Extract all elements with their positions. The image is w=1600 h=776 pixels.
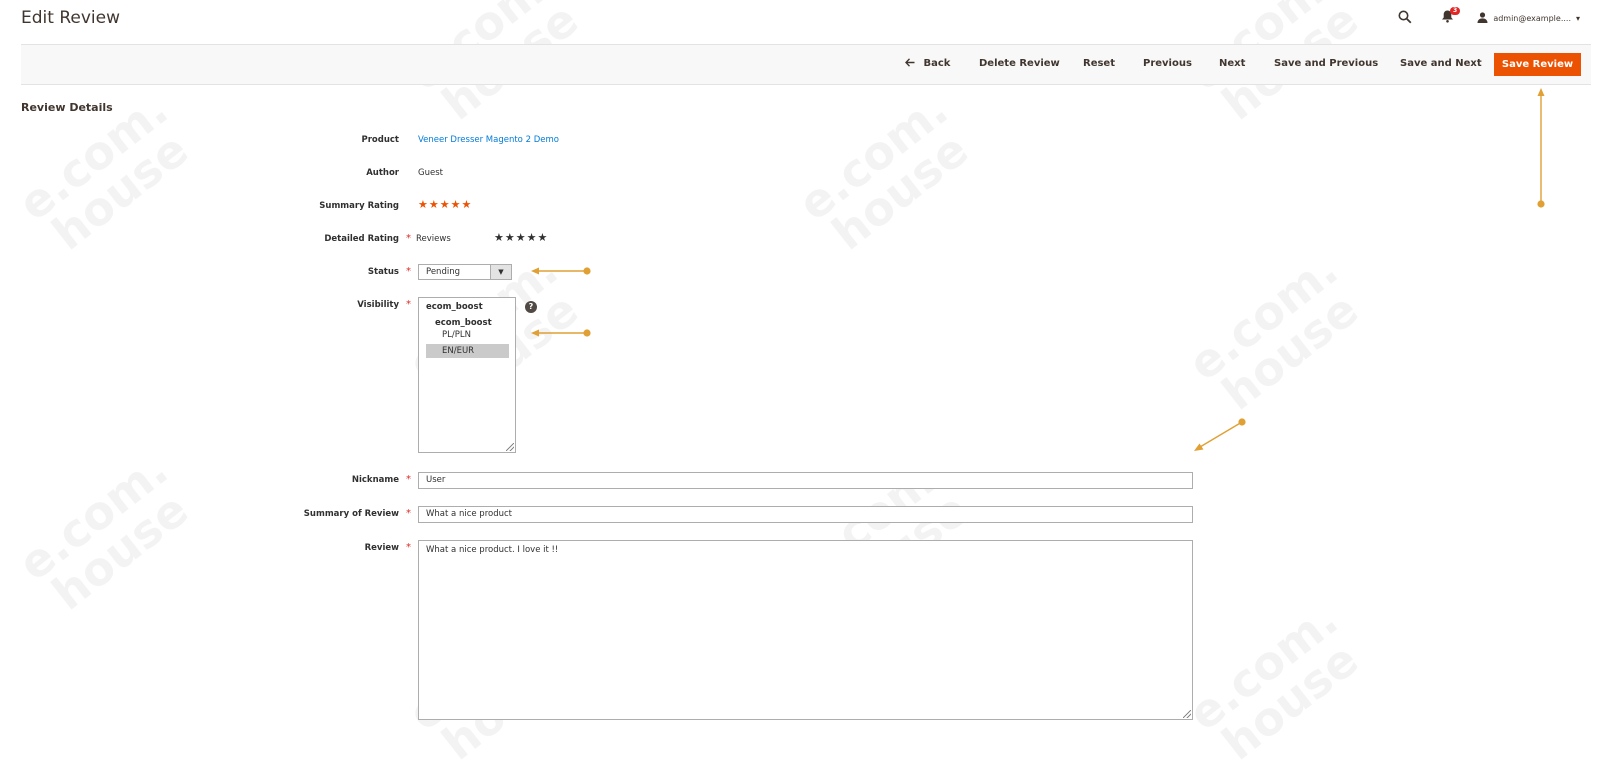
detailed-rating-name: Reviews [416, 234, 451, 244]
resize-handle-icon[interactable] [1183, 710, 1191, 718]
detailed-rating-label: Detailed Rating [324, 234, 399, 244]
required-mark: * [406, 233, 411, 244]
detailed-rating-stars[interactable]: ★★★★★ [494, 231, 548, 244]
author-value: Guest [418, 168, 443, 178]
required-mark: * [406, 299, 411, 310]
visibility-optgroup-store: ecom_boost [435, 318, 492, 328]
summary-rating-stars: ★★★★★ [418, 198, 473, 211]
save-and-previous-button[interactable]: Save and Previous [1274, 58, 1378, 69]
visibility-option-pl-pln[interactable]: PL/PLN [442, 330, 471, 340]
product-label: Product [361, 135, 400, 145]
back-button[interactable]: Back [905, 58, 950, 69]
required-mark: * [406, 542, 411, 553]
summary-of-review-field[interactable]: What a nice product [418, 506, 1193, 523]
required-mark: * [406, 474, 411, 485]
watermark: e.com.house [1178, 242, 1371, 422]
required-mark: * [406, 266, 411, 277]
watermark: e.com.house [1178, 592, 1371, 772]
review-label: Review [364, 543, 399, 553]
annotation-arrow [531, 267, 591, 275]
visibility-label: Visibility [357, 300, 399, 310]
notification-count-badge: 3 [1450, 7, 1461, 15]
required-mark: * [406, 508, 411, 519]
save-review-button[interactable]: Save Review [1494, 53, 1581, 76]
status-label: Status [367, 267, 399, 277]
reset-button[interactable]: Reset [1083, 58, 1115, 69]
admin-user-menu[interactable]: admin@example.... ▾ [1477, 12, 1580, 25]
annotation-arrow [1194, 418, 1246, 451]
review-textarea[interactable]: What a nice product. I love it !! [418, 540, 1193, 720]
status-select[interactable]: Pending ▼ [418, 264, 512, 280]
arrow-left-icon [905, 58, 918, 69]
search-icon[interactable] [1398, 10, 1412, 26]
summary-of-review-label: Summary of Review [303, 509, 399, 519]
annotation-arrow [1537, 88, 1545, 208]
author-label: Author [366, 168, 399, 178]
bell-icon [1441, 10, 1454, 25]
visibility-optgroup-website: ecom_boost [426, 302, 483, 312]
notifications-button[interactable]: 3 [1441, 7, 1461, 25]
annotation-arrow [531, 329, 591, 337]
section-title: Review Details [21, 101, 113, 114]
nickname-field[interactable]: User [418, 472, 1193, 489]
help-icon[interactable]: ? [525, 301, 537, 313]
page-title: Edit Review [21, 8, 120, 28]
watermark: e.com.house [8, 442, 201, 622]
caret-down-icon: ▾ [1575, 14, 1580, 23]
review-text: What a nice product. I love it !! [426, 545, 559, 555]
product-link[interactable]: Veneer Dresser Magento 2 Demo [418, 135, 559, 145]
next-button[interactable]: Next [1219, 58, 1245, 69]
nickname-label: Nickname [351, 475, 399, 485]
save-and-next-button[interactable]: Save and Next [1400, 58, 1482, 69]
visibility-option-en-eur[interactable]: EN/EUR [426, 344, 509, 358]
watermark: e.com.house [788, 82, 981, 262]
user-icon [1477, 12, 1488, 25]
visibility-multiselect[interactable]: ecom_boost ecom_boost PL/PLN EN/EUR [418, 297, 516, 453]
resize-handle-icon[interactable] [506, 443, 514, 451]
chevron-down-icon: ▼ [490, 265, 511, 279]
status-selected-value: Pending [426, 267, 460, 277]
delete-review-button[interactable]: Delete Review [979, 58, 1060, 69]
summary-rating-label: Summary Rating [319, 201, 399, 211]
user-name: admin@example.... [1493, 14, 1571, 23]
previous-button[interactable]: Previous [1143, 58, 1192, 69]
